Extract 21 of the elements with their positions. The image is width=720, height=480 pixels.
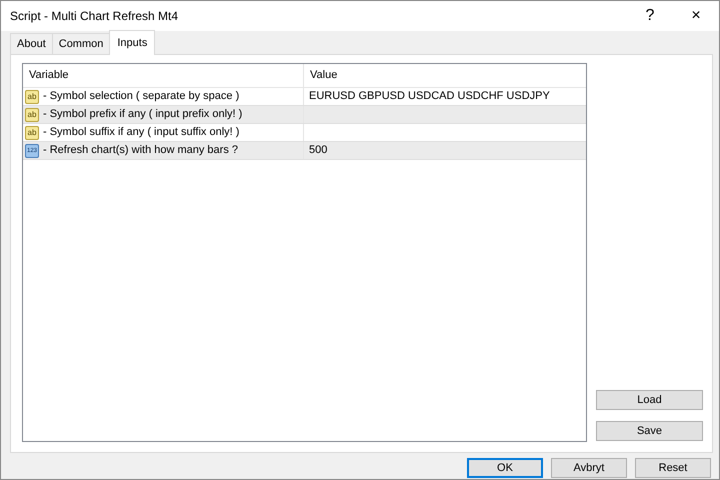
column-header[interactable]: Variable	[23, 64, 304, 87]
variable-label: - Symbol prefix if any ( input prefix only! )	[43, 107, 242, 122]
dialog-button[interactable]: Reset	[635, 458, 711, 478]
column-header[interactable]: Value	[304, 64, 586, 87]
side-button[interactable]: Load	[596, 390, 703, 410]
text-type-icon: ab	[25, 108, 39, 122]
side-button[interactable]: Save	[596, 421, 703, 441]
help-button[interactable]: ?	[627, 4, 673, 28]
text-type-icon: ab	[25, 90, 39, 104]
variable-label: - Symbol suffix if any ( input suffix only! )	[43, 125, 240, 140]
text-type-icon: ab	[25, 126, 39, 140]
dialog-button[interactable]: OK	[467, 458, 543, 478]
tab[interactable]: Inputs	[109, 30, 156, 55]
variable-label: - Refresh chart(s) with how many bars ?	[43, 143, 238, 158]
close-button[interactable]: ×	[673, 4, 719, 28]
value-text[interactable]: 500	[309, 142, 328, 159]
tab[interactable]: About	[10, 32, 53, 54]
dialog-button[interactable]: Avbryt	[551, 458, 627, 478]
window-title: Script - Multi Chart Refresh Mt4	[10, 8, 180, 25]
variable-label: - Symbol selection ( separate by space )	[43, 89, 240, 104]
value-text[interactable]: EURUSD GBPUSD USDCAD USDCHF USDJPY	[309, 88, 550, 105]
